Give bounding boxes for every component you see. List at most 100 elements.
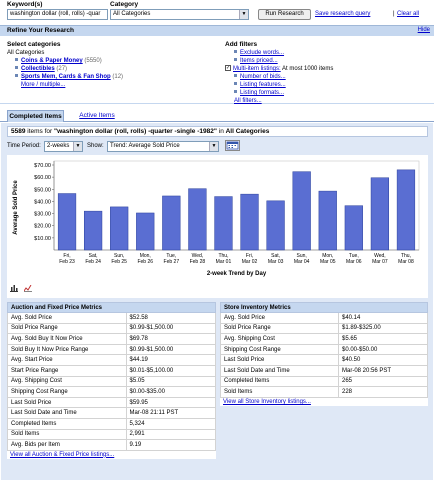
category-count: (5550): [84, 58, 102, 64]
table-row: Sold Price Range $1.89-$325.00: [220, 322, 429, 335]
y-tick-label: $70.00: [34, 163, 51, 169]
add-filters-heading: Add filters: [225, 41, 258, 48]
filter-link[interactable]: Exclude words...: [240, 50, 284, 56]
table-row: Avg. Sold Price $40.14: [220, 312, 429, 324]
table-row: Last Sold Date and Time Mar-08 21:11 PST: [7, 407, 217, 419]
calendar-icon[interactable]: [225, 140, 240, 151]
show-value: Trend: Average Sold Price: [110, 143, 180, 149]
results-tabs: Completed Items Active Items: [0, 110, 434, 122]
chart-bar: [318, 190, 337, 251]
auction-metrics-card: Auction and Fixed Price Metrics Avg. Sol…: [7, 302, 217, 459]
results-summary: 5589 items for "washington dollar (roll,…: [7, 126, 428, 137]
x-tick-label-date: Mar 01: [216, 259, 232, 265]
chart-bar: [396, 169, 416, 251]
metric-value: 9.19: [125, 439, 217, 451]
table-row: Last Sold Price $40.50: [220, 354, 429, 366]
category-count: (27): [56, 66, 68, 72]
filter-checkbox[interactable]: ✓: [225, 65, 231, 72]
filter-link[interactable]: Multi-item listings:: [233, 66, 281, 72]
filter-link[interactable]: Listing features...: [240, 82, 286, 88]
x-tick-label-date: Mar 07: [372, 259, 388, 265]
bullet-icon: [234, 82, 237, 86]
metric-label: Shipping Cost Range: [220, 343, 339, 356]
view-all-store-link[interactable]: View all Store Inventory listings...: [223, 399, 311, 405]
tab-active-items-label: Active Items: [79, 112, 115, 119]
filter-link[interactable]: Number of bids...: [240, 74, 286, 80]
x-tick-label-date: Mar 03: [268, 259, 284, 265]
table-row: Avg. Bids per Item 9.19: [7, 439, 217, 451]
table-row: Avg. Shipping Cost $5.65: [220, 333, 429, 345]
table-row: Shipping Cost Range $0.00-$50.00: [220, 343, 429, 356]
category-link[interactable]: Collectibles: [21, 66, 55, 72]
result-category: All Categories: [225, 128, 270, 135]
metric-label: Completed Items: [220, 375, 339, 388]
category-count: (12): [112, 74, 124, 80]
x-axis-label: 2-week Trend by Day: [207, 271, 267, 277]
bullet-icon: [15, 58, 18, 62]
metric-value: $5.05: [125, 375, 217, 388]
chart-area: $10.00 $20.00 $30.00 $40.00 $50.00 $60.00 $70.…: [7, 155, 428, 298]
clear-all-link[interactable]: Clear all: [397, 11, 419, 17]
chart-bar: [162, 195, 181, 251]
chart-bar: [57, 193, 77, 251]
metric-value: $44.19: [125, 354, 217, 366]
keywords-input[interactable]: washington dollar (roll, rolls) -quar: [7, 9, 108, 20]
metric-value: $40.50: [337, 354, 429, 366]
metric-value: $0.00-$50.00: [337, 343, 429, 356]
metric-value: 265: [337, 375, 429, 388]
chevron-down-icon: ▼: [209, 142, 218, 151]
hide-refine-link[interactable]: Hide: [418, 27, 430, 33]
more-categories-link[interactable]: More / multiple...: [21, 82, 65, 88]
category-item: Collectibles (27): [7, 65, 207, 73]
view-all-auction-link[interactable]: View all Auction & Fixed Price listings.…: [10, 452, 114, 458]
x-tick-label-date: Mar 02: [242, 259, 258, 265]
chart-bar: [344, 205, 363, 251]
metric-label: Avg. Bids per Item: [7, 439, 127, 451]
chart-bar: [136, 212, 155, 251]
run-research-button[interactable]: Run Research: [258, 9, 311, 20]
chart-bar: [83, 210, 103, 251]
search-bar: Keyword(s) washington dollar (roll, roll…: [0, 0, 434, 22]
table-row: Sold Items 2,991: [7, 428, 217, 441]
chart-bar: [266, 200, 285, 251]
line-chart-icon[interactable]: [23, 284, 32, 294]
tab-active-items[interactable]: Active Items: [72, 110, 122, 122]
x-tick-label-date: Feb 28: [190, 259, 206, 265]
category-select[interactable]: All Categories ▼: [110, 9, 249, 20]
show-label: Show:: [87, 143, 104, 149]
refine-panel: Select categories All Categories Coins &…: [0, 36, 434, 104]
table-row: Start Price Range $0.01-$5,100.00: [7, 364, 217, 377]
chart-bar: [240, 193, 259, 251]
select-categories: Select categories All Categories Coins &…: [7, 41, 207, 89]
metric-label: Last Sold Price: [7, 396, 127, 409]
x-tick-label-date: Feb 25: [111, 259, 127, 265]
show-select[interactable]: Trend: Average Sold Price ▼: [107, 141, 219, 152]
save-research-link[interactable]: Save research query: [315, 11, 370, 17]
filter-item: Items priced...: [225, 57, 425, 65]
tab-completed-items[interactable]: Completed Items: [7, 110, 64, 122]
metric-value: Mar-08 20:56 PST: [337, 364, 429, 377]
category-link[interactable]: Coins & Paper Money: [21, 58, 83, 64]
category-list: Coins & Paper Money (5550) Collectibles (…: [7, 57, 207, 81]
table-row: Avg. Start Price $44.19: [7, 354, 217, 366]
result-query: "washington dollar (roll, rolls) -quarte…: [54, 128, 217, 135]
table-row: Shipping Cost Range $0.00-$35.00: [7, 386, 217, 398]
metric-value: 5,324: [125, 417, 217, 430]
all-filters-link[interactable]: All filters...: [234, 98, 262, 104]
y-tick-label: $60.00: [34, 175, 51, 181]
metric-value: $0.99-$1,500.00: [125, 322, 217, 335]
y-tick-label: $30.00: [34, 212, 51, 218]
metric-label: Avg. Start Price: [7, 354, 127, 366]
tab-completed-items-label: Completed Items: [9, 113, 62, 120]
x-tick-label-date: Feb 23: [59, 259, 75, 265]
result-count-text: items for: [25, 128, 55, 135]
metric-value: 2,991: [125, 428, 217, 441]
filter-link[interactable]: Listing formats...: [240, 90, 284, 96]
bar-chart-icon[interactable]: [10, 285, 18, 294]
table-row: Last Sold Date and Time Mar-08 20:56 PST: [220, 364, 429, 377]
category-label: Category: [110, 1, 139, 8]
time-period-select[interactable]: 2-weeks ▼: [44, 141, 83, 152]
metric-label: Completed Items: [7, 417, 127, 430]
filter-link[interactable]: Items priced...: [240, 58, 278, 64]
category-link[interactable]: Sports Mem, Cards & Fan Shop: [21, 74, 111, 80]
